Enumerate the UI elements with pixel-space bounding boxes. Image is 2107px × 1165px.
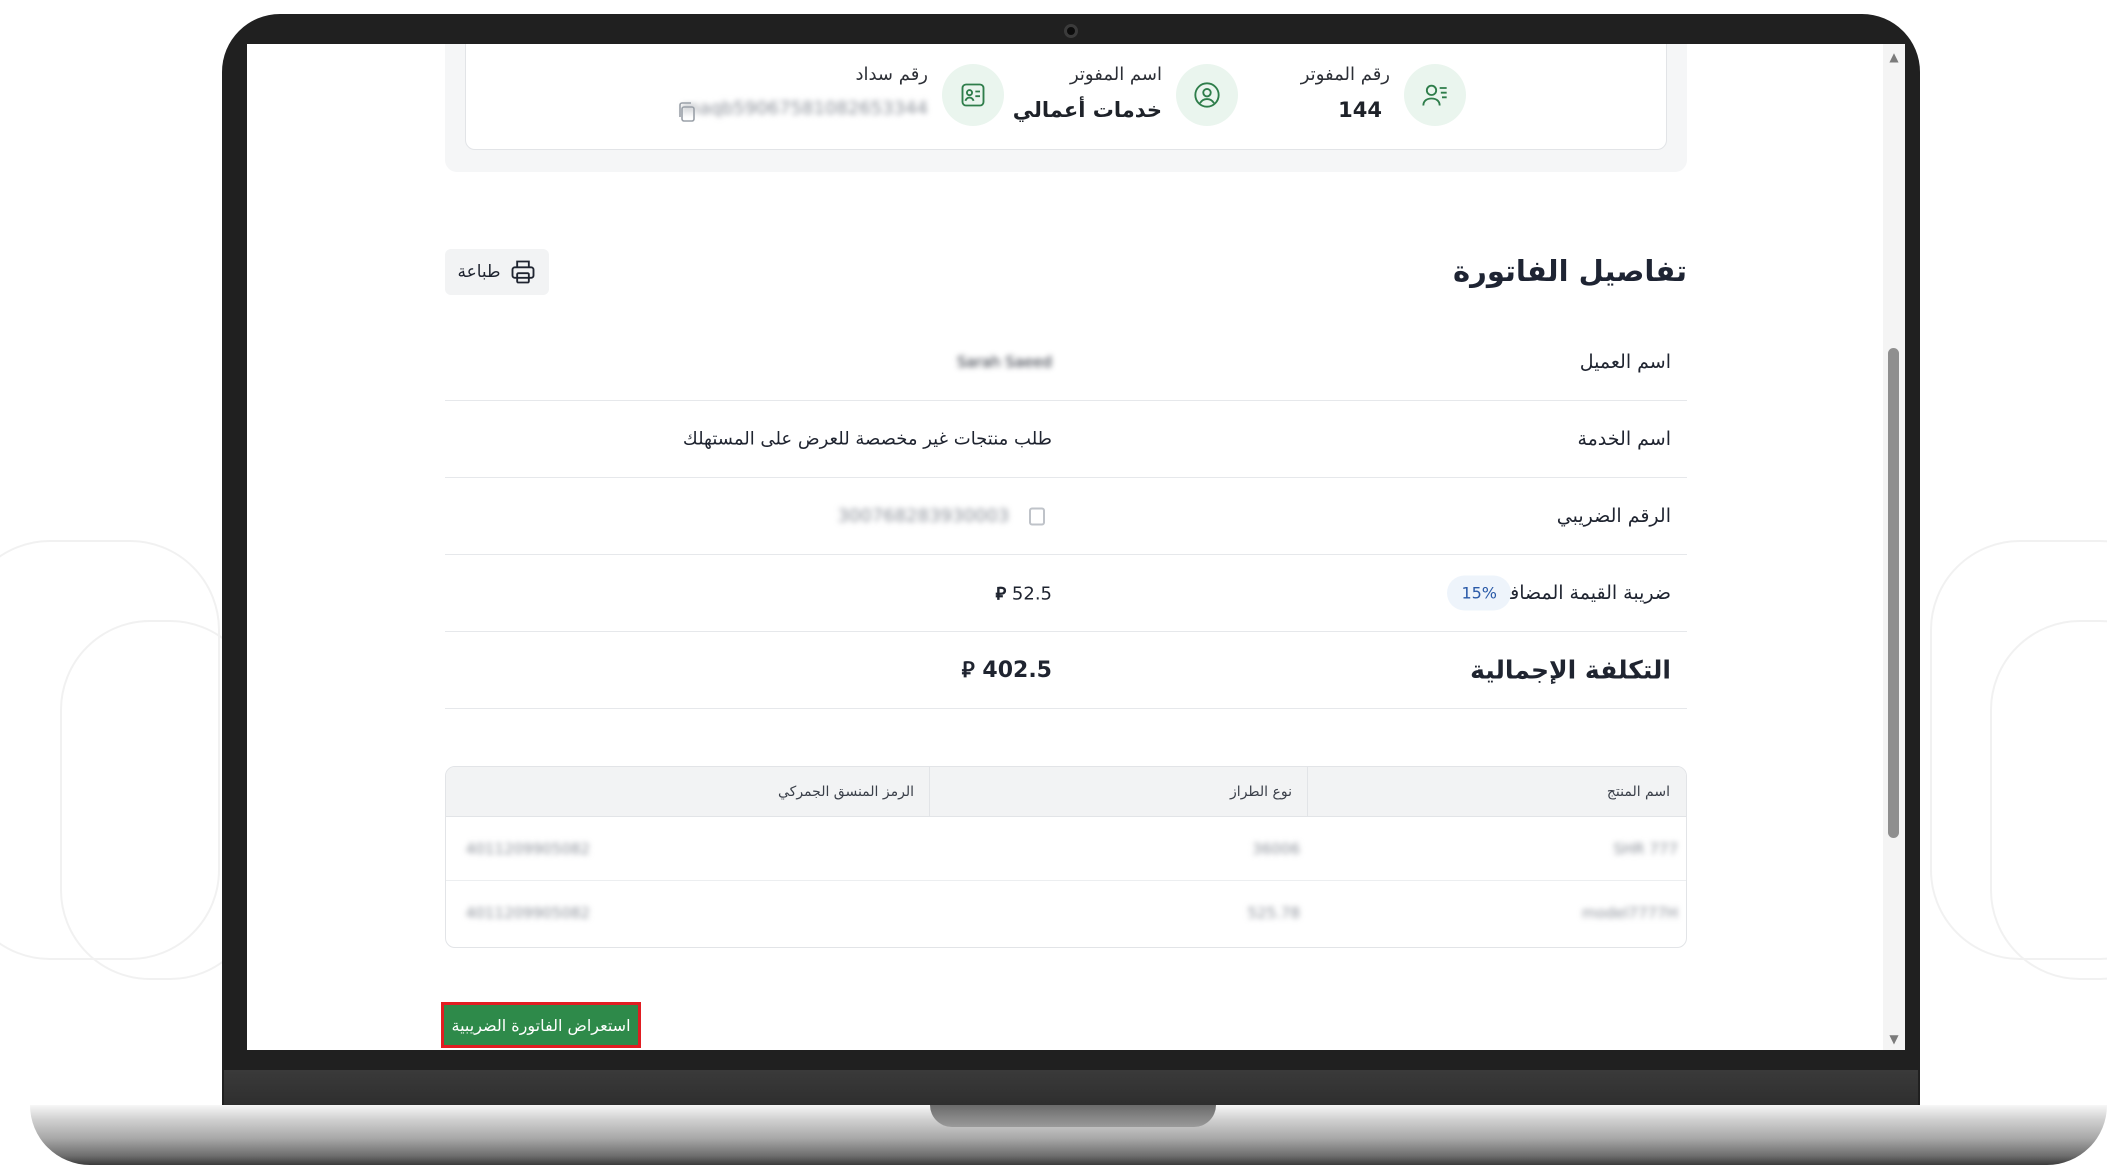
- vat-row: ضريبة القيمة المضافة 15% ⃁ 52.5: [445, 555, 1687, 632]
- camera: [1064, 24, 1078, 38]
- biller-name-label: اسم المفوتر: [1069, 64, 1162, 85]
- riyal-icon: ⃁: [961, 658, 975, 683]
- sadad-number-group: رقم سداد maqb59067581082653344: [664, 62, 1004, 132]
- copy-icon[interactable]: [1029, 507, 1045, 526]
- user-lines-icon: [1404, 64, 1466, 126]
- scroll-down-arrow-icon[interactable]: ▼: [1883, 1032, 1905, 1046]
- billing-info-inner: رقم المفوتر 144 اسم المفوتر خدمات أعمالي…: [465, 44, 1667, 150]
- screen: رقم المفوتر 144 اسم المفوتر خدمات أعمالي…: [247, 44, 1905, 1050]
- customer-name-value: Sarah Saeed: [956, 353, 1052, 371]
- products-table: اسم المنتج نوع الطراز الرمز المنسق الجمر…: [445, 766, 1687, 948]
- table-row: model7777H 525.78 4011209905082: [446, 881, 1686, 945]
- user-circle-icon: [1176, 64, 1238, 126]
- view-tax-invoice-button[interactable]: استعراض الفاتورة الضريبية: [441, 1002, 641, 1048]
- scrollbar[interactable]: ▲ ▼: [1883, 44, 1905, 1050]
- model-type-cell: 525.78: [1247, 904, 1301, 922]
- vat-amount: ⃁ 52.5: [995, 582, 1052, 605]
- invoice-details-title: تفاصيل الفاتورة: [1453, 254, 1687, 288]
- tax-number-value-wrap: 300768283930003: [837, 506, 1045, 527]
- tax-number-row: الرقم الضريبي 300768283930003: [445, 478, 1687, 555]
- service-name-row: اسم الخدمة طلب منتجات غير مخصصة للعرض عل…: [445, 401, 1687, 478]
- total-row: التكلفة الإجمالية ⃁ 402.5: [445, 632, 1687, 709]
- printer-icon: [509, 258, 537, 286]
- vat-label: ضريبة القيمة المضافة: [1499, 582, 1671, 604]
- tax-number-label: الرقم الضريبي: [1556, 505, 1671, 527]
- hs-code-cell: 4011209905082: [465, 840, 590, 858]
- print-button[interactable]: طباعة: [445, 249, 549, 295]
- total-label: التكلفة الإجمالية: [1470, 655, 1671, 685]
- sadad-number-value: maqb59067581082653344: [681, 98, 928, 119]
- th-hs-code: الرمز المنسق الجمركي: [778, 784, 914, 800]
- laptop-base-notch: [930, 1105, 1216, 1127]
- biller-name-group: اسم المفوتر خدمات أعمالي: [1013, 62, 1238, 132]
- product-name-cell: model7777H: [1581, 904, 1678, 922]
- hs-code-cell: 4011209905082: [465, 904, 590, 922]
- model-type-cell: 36006: [1252, 840, 1300, 858]
- sadad-number-label: رقم سداد: [855, 64, 928, 85]
- scroll-thumb[interactable]: [1888, 348, 1899, 838]
- product-name-cell: SHR 777: [1613, 840, 1678, 858]
- id-card-icon: [942, 64, 1004, 126]
- customer-name-row: اسم العميل Sarah Saeed: [445, 324, 1687, 401]
- copy-icon[interactable]: [676, 100, 698, 124]
- biller-name-value: خدمات أعمالي: [1012, 98, 1162, 122]
- riyal-icon: ⃁: [995, 583, 1007, 605]
- billing-info-card: رقم المفوتر 144 اسم المفوتر خدمات أعمالي…: [445, 44, 1687, 172]
- scroll-up-arrow-icon[interactable]: ▲: [1883, 50, 1905, 64]
- service-name-label: اسم الخدمة: [1577, 428, 1671, 450]
- table-row: SHR 777 36006 4011209905082: [446, 817, 1686, 881]
- vat-rate-badge: 15%: [1447, 575, 1511, 611]
- vat-amount-value: 52.5: [1011, 583, 1052, 605]
- th-product-name: اسم المنتج: [1606, 784, 1670, 800]
- tax-number-value: 300768283930003: [837, 505, 1010, 527]
- bg-shape: [1990, 620, 2107, 980]
- total-amount-value: 402.5: [982, 658, 1052, 683]
- total-amount: ⃁ 402.5: [962, 656, 1052, 684]
- print-label: طباعة: [457, 262, 501, 282]
- service-name-value: طلب منتجات غير مخصصة للعرض على المستهلك: [682, 428, 1052, 450]
- th-model-type: نوع الطراز: [1230, 784, 1292, 800]
- biller-number-group: رقم المفوتر 144: [1301, 62, 1466, 132]
- biller-number-value: 144: [1338, 98, 1382, 122]
- table-header: اسم المنتج نوع الطراز الرمز المنسق الجمر…: [446, 767, 1686, 817]
- customer-name-label: اسم العميل: [1579, 351, 1671, 373]
- biller-number-label: رقم المفوتر: [1300, 64, 1390, 85]
